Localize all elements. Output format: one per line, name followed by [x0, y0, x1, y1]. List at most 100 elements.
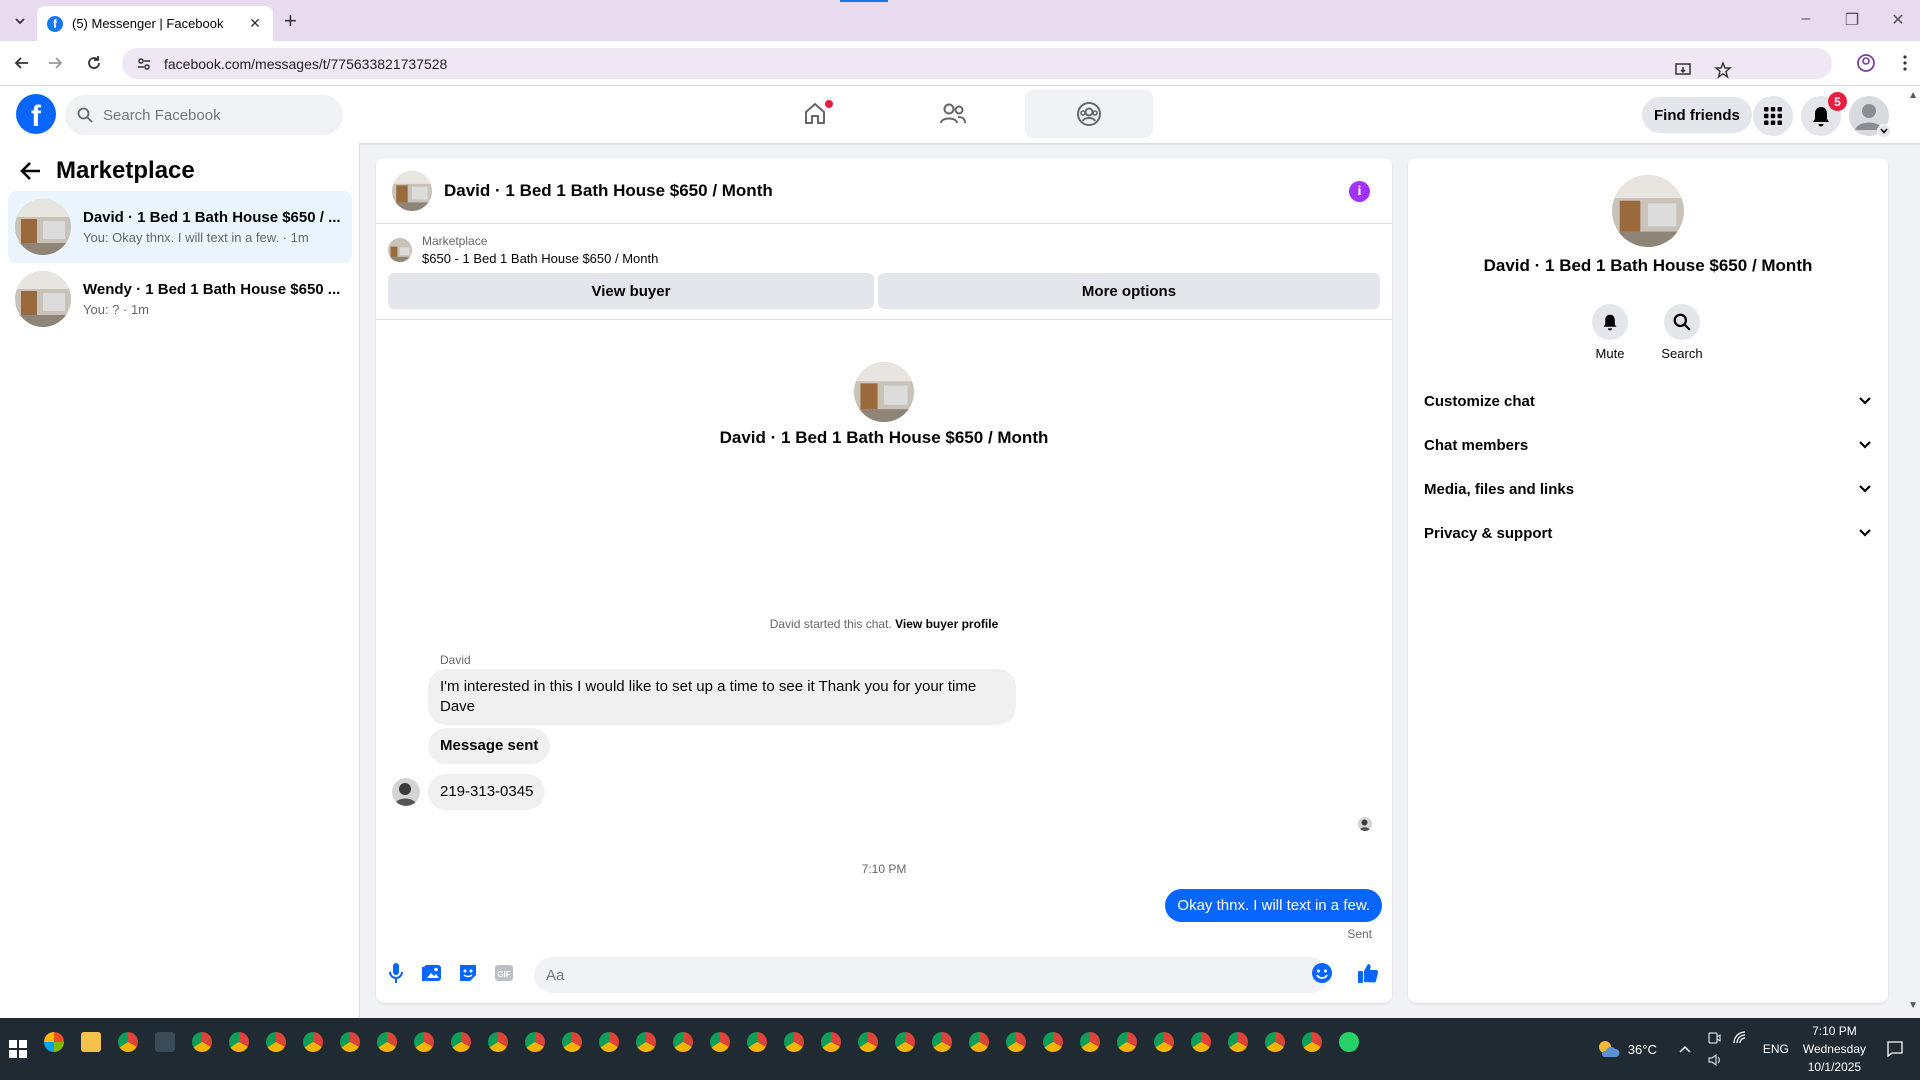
language-indicator[interactable]: ENG: [1763, 1042, 1789, 1056]
chrome-icon[interactable]: [340, 1032, 360, 1052]
message-input[interactable]: [534, 957, 1328, 993]
install-app-icon[interactable]: [1674, 61, 1692, 79]
gif-icon[interactable]: GIF: [492, 961, 516, 985]
outgoing-message[interactable]: Okay thnx. I will text in a few.: [1165, 889, 1382, 922]
bookmark-star-icon[interactable]: [1714, 61, 1732, 79]
windows-start-icon[interactable]: [9, 1040, 27, 1058]
active-app-icon[interactable]: [155, 1032, 175, 1052]
chrome-icon[interactable]: [451, 1032, 471, 1052]
weather-icon[interactable]: [1596, 1039, 1620, 1059]
chrome-icon[interactable]: [1006, 1032, 1026, 1052]
media-files-links-section[interactable]: Media, files and links: [1424, 467, 1872, 511]
clock[interactable]: 7:10 PM Wednesday 10/1/2025: [1803, 1022, 1866, 1076]
profile-icon[interactable]: [1856, 53, 1876, 73]
reload-icon[interactable]: [83, 52, 105, 74]
whatsapp-icon[interactable]: [1339, 1032, 1359, 1052]
chrome-icon[interactable]: [1080, 1032, 1100, 1052]
chrome-icon[interactable]: [1117, 1032, 1137, 1052]
incoming-message[interactable]: I'm interested in this I would like to s…: [428, 669, 1016, 725]
url-bar[interactable]: facebook.com/messages/t/775633821737528: [122, 48, 1832, 79]
browser-menu-icon[interactable]: [1902, 54, 1908, 72]
back-icon[interactable]: [11, 52, 33, 74]
photo-icon[interactable]: [420, 961, 444, 985]
nav-home[interactable]: [751, 90, 879, 138]
chrome-icon[interactable]: [1265, 1032, 1285, 1052]
close-window-icon[interactable]: ✕: [1890, 10, 1906, 30]
chrome-icon[interactable]: [229, 1032, 249, 1052]
back-arrow-icon[interactable]: [20, 161, 42, 181]
find-friends-button[interactable]: Find friends: [1642, 97, 1752, 133]
chrome-icon[interactable]: [821, 1032, 841, 1052]
chrome-icon[interactable]: [636, 1032, 656, 1052]
new-tab-icon[interactable]: +: [284, 8, 297, 34]
chrome-icon[interactable]: [599, 1032, 619, 1052]
chrome-icon[interactable]: [525, 1032, 545, 1052]
restore-icon[interactable]: ❐: [1844, 10, 1860, 30]
marketplace-listing-row[interactable]: Marketplace $650 - 1 Bed 1 Bath House $6…: [388, 234, 658, 266]
site-info-icon[interactable]: [136, 56, 152, 72]
more-options-button[interactable]: More options: [878, 273, 1380, 309]
browser-tab[interactable]: f (5) Messenger | Facebook ✕: [37, 6, 273, 41]
chrome-icon[interactable]: [303, 1032, 323, 1052]
chrome-icon[interactable]: [266, 1032, 286, 1052]
chrome-icon[interactable]: [895, 1032, 915, 1052]
chrome-icon[interactable]: [488, 1032, 508, 1052]
emoji-icon[interactable]: [1310, 961, 1334, 985]
chrome-icon[interactable]: [118, 1032, 138, 1052]
chat-avatar[interactable]: [392, 170, 432, 211]
close-tab-icon[interactable]: ✕: [247, 15, 263, 32]
chrome-icon[interactable]: [710, 1032, 730, 1052]
scroll-down-arrow-icon[interactable]: ▼: [1908, 1000, 1918, 1011]
chrome-icon[interactable]: [192, 1032, 212, 1052]
nav-groups[interactable]: [1025, 90, 1153, 138]
microphone-icon[interactable]: [384, 961, 408, 985]
tab-search-chevron-icon[interactable]: [10, 11, 30, 31]
chrome-icon[interactable]: [562, 1032, 582, 1052]
chrome-icon[interactable]: [414, 1032, 434, 1052]
copilot-icon[interactable]: [44, 1032, 64, 1052]
chrome-icon[interactable]: [969, 1032, 989, 1052]
customize-chat-section[interactable]: Customize chat: [1424, 379, 1872, 423]
sender-avatar[interactable]: [392, 778, 420, 806]
chrome-icon[interactable]: [784, 1032, 804, 1052]
info-icon[interactable]: i: [1349, 181, 1370, 202]
chat-members-section[interactable]: Chat members: [1424, 423, 1872, 467]
chrome-icon[interactable]: [1191, 1032, 1211, 1052]
notification-center-icon[interactable]: [1886, 1040, 1904, 1058]
sticker-icon[interactable]: [456, 961, 480, 985]
chat-title[interactable]: David · 1 Bed 1 Bath House $650 / Month: [444, 181, 773, 201]
forward-icon[interactable]: [44, 52, 66, 74]
conversation-item[interactable]: Wendy · 1 Bed 1 Bath House $650 ... You:…: [8, 263, 352, 335]
notifications-button[interactable]: 5: [1801, 92, 1847, 136]
mute-button[interactable]: Mute: [1580, 304, 1640, 361]
chrome-icon[interactable]: [747, 1032, 767, 1052]
chrome-icon[interactable]: [1043, 1032, 1063, 1052]
facebook-logo-icon[interactable]: f: [16, 94, 56, 134]
volume-icon[interactable]: [1707, 1053, 1747, 1067]
tray-chevron-up-icon[interactable]: [1679, 1045, 1691, 1053]
chrome-icon[interactable]: [1302, 1032, 1322, 1052]
view-buyer-profile-link[interactable]: View buyer profile: [895, 617, 998, 631]
wifi-icon[interactable]: [1733, 1031, 1747, 1045]
conversation-item[interactable]: David · 1 Bed 1 Bath House $650 / ... Yo…: [8, 191, 352, 263]
view-buyer-button[interactable]: View buyer: [388, 273, 874, 309]
file-explorer-icon[interactable]: [81, 1032, 101, 1052]
search-input[interactable]: [101, 105, 321, 125]
incoming-message[interactable]: 219-313-0345: [428, 774, 546, 810]
search-in-chat-button[interactable]: Search: [1652, 304, 1712, 361]
chrome-icon[interactable]: [858, 1032, 878, 1052]
chrome-icon[interactable]: [1228, 1032, 1248, 1052]
account-button[interactable]: [1849, 96, 1891, 138]
chrome-icon[interactable]: [1154, 1032, 1174, 1052]
chrome-icon[interactable]: [377, 1032, 397, 1052]
chrome-icon[interactable]: [673, 1032, 693, 1052]
search-bar[interactable]: [65, 95, 343, 135]
meet-now-icon[interactable]: [1707, 1031, 1721, 1045]
chrome-icon[interactable]: [932, 1032, 952, 1052]
like-thumbs-up-icon[interactable]: [1356, 961, 1380, 985]
scroll-up-arrow-icon[interactable]: ▲: [1908, 90, 1918, 101]
nav-friends[interactable]: [889, 90, 1017, 138]
minimize-icon[interactable]: –: [1798, 10, 1814, 30]
privacy-support-section[interactable]: Privacy & support: [1424, 511, 1872, 555]
incoming-message[interactable]: Message sent: [428, 728, 551, 764]
